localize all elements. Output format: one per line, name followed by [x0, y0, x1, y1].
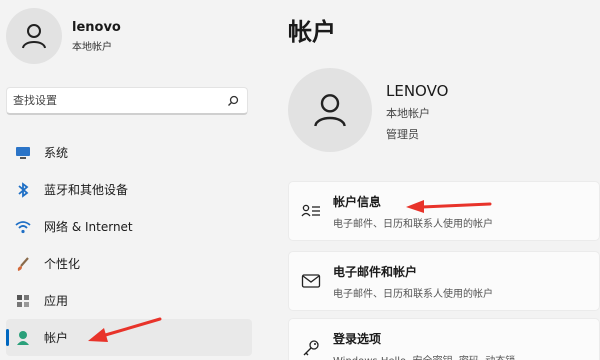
sidebar-item-personalization[interactable]: 个性化 [6, 245, 252, 282]
monitor-icon [14, 144, 32, 162]
sidebar-item-label: 网络 & Internet [44, 220, 133, 234]
mail-icon [289, 273, 333, 289]
sidebar-item-accounts[interactable]: 帐户 [6, 319, 252, 356]
card-sign-in-options[interactable]: 登录选项 Windows Hello, 安全密钥, 密码, 动态锁 [288, 318, 600, 360]
user-header: lenovo 本地帐户 [6, 8, 121, 64]
sidebar-item-label: 系统 [44, 146, 69, 160]
sidebar-item-label: 帐户 [44, 331, 69, 345]
profile-account-type: 本地帐户 [386, 107, 430, 120]
sidebar: lenovo 本地帐户 系统 蓝牙和其他设备 网络 & Intern [0, 0, 262, 360]
sidebar-nav: 系统 蓝牙和其他设备 网络 & Internet 个性化 应用 帐户 [6, 134, 252, 356]
card-account-info[interactable]: 帐户信息 电子邮件、日历和联系人使用的帐户 [288, 181, 600, 241]
person-icon [314, 94, 346, 127]
sidebar-item-network[interactable]: 网络 & Internet [6, 208, 252, 245]
wifi-icon [14, 218, 32, 236]
card-title: 登录选项 [333, 331, 382, 346]
profile-name: LENOVO [386, 82, 449, 100]
brush-icon [14, 255, 32, 273]
sidebar-item-label: 个性化 [44, 257, 81, 271]
user-account-type: 本地帐户 [72, 41, 112, 53]
sidebar-item-label: 蓝牙和其他设备 [44, 183, 129, 197]
sidebar-item-system[interactable]: 系统 [6, 134, 252, 171]
sidebar-item-apps[interactable]: 应用 [6, 282, 252, 319]
search-input[interactable] [13, 94, 213, 107]
sidebar-item-bluetooth[interactable]: 蓝牙和其他设备 [6, 171, 252, 208]
person-icon [22, 24, 46, 49]
account-info-icon [289, 203, 333, 219]
main-content: 帐户 LENOVO 本地帐户 管理员 帐户信息 电子邮件、日历和联系人使用的帐户… [262, 0, 600, 360]
page-title: 帐户 [288, 18, 336, 46]
search-icon[interactable] [227, 95, 239, 107]
avatar [288, 68, 372, 152]
bluetooth-icon [14, 181, 32, 199]
card-subtitle: 电子邮件、日历和联系人使用的帐户 [333, 288, 493, 300]
profile-section: LENOVO 本地帐户 管理员 [288, 68, 448, 152]
card-email-accounts[interactable]: 电子邮件和帐户 电子邮件、日历和联系人使用的帐户 [288, 251, 600, 311]
profile-role: 管理员 [386, 128, 419, 141]
user-name: lenovo [72, 19, 121, 35]
search-box[interactable] [6, 87, 248, 115]
apps-icon [14, 292, 32, 310]
key-icon [289, 339, 333, 357]
card-title: 帐户信息 [333, 194, 382, 209]
card-subtitle: Windows Hello, 安全密钥, 密码, 动态锁 [333, 352, 515, 360]
person-icon [14, 329, 32, 347]
avatar [6, 8, 62, 64]
card-title: 电子邮件和帐户 [333, 264, 418, 279]
card-subtitle: 电子邮件、日历和联系人使用的帐户 [333, 218, 493, 230]
sidebar-item-label: 应用 [44, 294, 69, 308]
